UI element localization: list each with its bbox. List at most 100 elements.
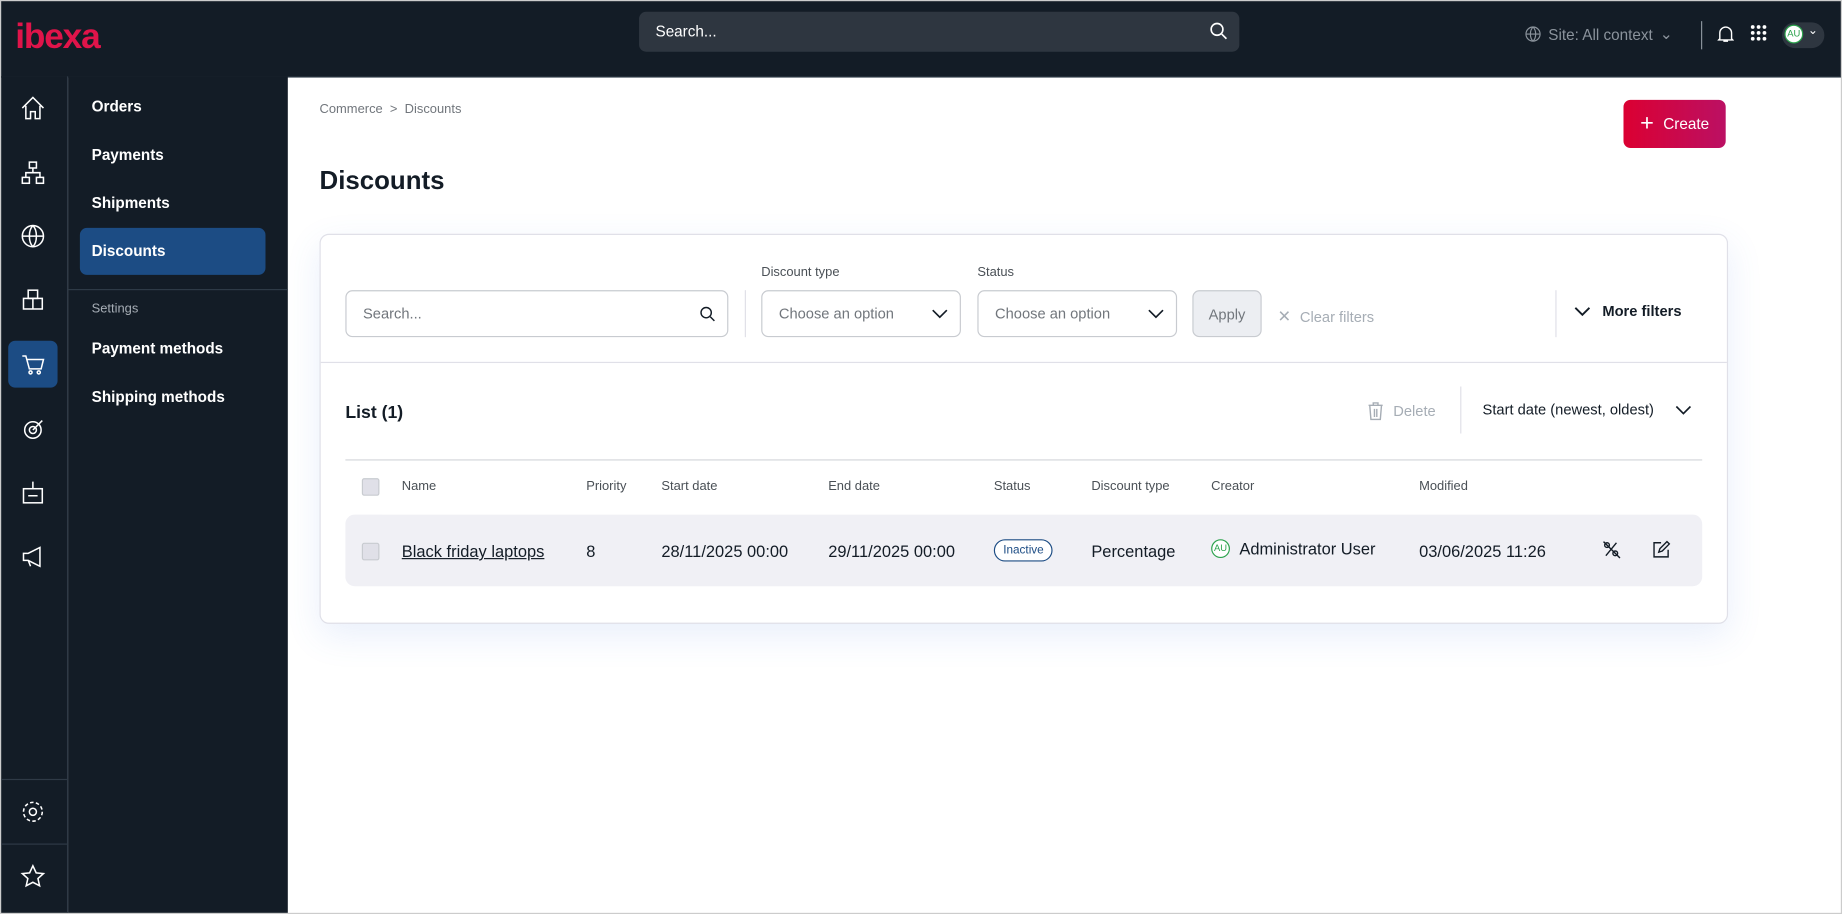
ibexa-logo[interactable]: ibexa bbox=[15, 18, 100, 58]
divider bbox=[1555, 290, 1557, 338]
modified-cell: 03/06/2025 11:26 bbox=[1419, 541, 1546, 561]
apps-grid-icon[interactable] bbox=[1750, 25, 1767, 41]
breadcrumb-separator: > bbox=[389, 102, 398, 117]
chevron-down-icon bbox=[932, 309, 948, 319]
status-select[interactable]: Choose an option bbox=[977, 290, 1178, 338]
column-header-end-date[interactable]: End date bbox=[828, 479, 880, 493]
search-placeholder: Search... bbox=[362, 305, 422, 322]
commerce-cart-icon[interactable] bbox=[8, 340, 58, 388]
select-value: Choose an option bbox=[778, 305, 894, 322]
row-checkbox[interactable] bbox=[361, 542, 380, 561]
chevron-down-icon bbox=[1574, 307, 1591, 317]
column-header-name[interactable]: Name bbox=[402, 479, 436, 493]
status-label: Status bbox=[977, 265, 1015, 280]
edit-icon[interactable] bbox=[1652, 540, 1671, 559]
settings-gear-icon[interactable] bbox=[8, 788, 57, 835]
delete-button[interactable]: Delete bbox=[1367, 402, 1436, 421]
targeting-icon[interactable] bbox=[8, 405, 57, 452]
sidebar-item-shipments[interactable]: Shipments bbox=[80, 180, 266, 227]
filters-bar: Search... Discount type Choose an option… bbox=[320, 235, 1727, 364]
page-title: Discounts bbox=[319, 165, 445, 196]
column-header-start-date[interactable]: Start date bbox=[661, 479, 717, 493]
divider bbox=[1, 778, 67, 781]
status-badge: Inactive bbox=[993, 539, 1054, 562]
avatar: AU bbox=[1784, 24, 1804, 44]
end-date-cell: 29/11/2025 00:00 bbox=[828, 541, 956, 561]
search-placeholder: Search... bbox=[655, 22, 717, 40]
sort-value: Start date (newest, oldest) bbox=[1482, 401, 1654, 419]
globe-icon bbox=[1525, 26, 1541, 42]
divider bbox=[1, 843, 67, 845]
breadcrumb: Commerce > Discounts bbox=[320, 102, 462, 116]
main-content: Commerce > Discounts Discounts + Create S… bbox=[288, 76, 1841, 912]
products-icon[interactable] bbox=[8, 276, 57, 323]
chevron-down-icon: ⌄ bbox=[1807, 24, 1818, 38]
creator-avatar: AU bbox=[1211, 539, 1230, 559]
content-tree-icon[interactable] bbox=[8, 149, 57, 196]
site-label: Site: All context bbox=[1548, 25, 1653, 43]
column-header-priority[interactable]: Priority bbox=[586, 479, 626, 493]
discounts-card: Search... Discount type Choose an option… bbox=[319, 233, 1729, 624]
globe-icon[interactable] bbox=[8, 213, 57, 260]
sidebar-item-payments[interactable]: Payments bbox=[80, 132, 266, 179]
secondary-sidebar: Orders Payments Shipments Discounts Sett… bbox=[68, 76, 288, 913]
search-input[interactable]: Search... bbox=[345, 290, 729, 338]
search-icon bbox=[700, 306, 715, 322]
sidebar-item-payment-methods[interactable]: Payment methods bbox=[80, 325, 266, 372]
column-header-status[interactable]: Status bbox=[994, 479, 1031, 493]
divider bbox=[68, 289, 288, 291]
global-search-input[interactable]: Search... bbox=[639, 11, 1240, 52]
megaphone-icon[interactable] bbox=[8, 533, 57, 580]
column-header-modified[interactable]: Modified bbox=[1419, 479, 1468, 493]
discount-type-label: Discount type bbox=[761, 265, 840, 280]
user-menu[interactable]: AU ⌄ bbox=[1782, 22, 1825, 49]
close-icon: × bbox=[1278, 304, 1291, 328]
breadcrumb-commerce[interactable]: Commerce bbox=[320, 102, 383, 116]
delete-label: Delete bbox=[1393, 402, 1436, 420]
discount-type-cell: Percentage bbox=[1091, 541, 1176, 561]
sidebar-item-discounts[interactable]: Discounts bbox=[79, 227, 266, 275]
sidebar-item-shipping-methods[interactable]: Shipping methods bbox=[80, 374, 266, 421]
sort-select[interactable]: Start date (newest, oldest) bbox=[1483, 402, 1692, 418]
chevron-down-icon bbox=[1148, 309, 1164, 319]
start-date-cell: 28/11/2025 00:00 bbox=[661, 541, 789, 561]
site-context-selector[interactable]: Site: All context ⌄ bbox=[1525, 25, 1673, 44]
search-icon bbox=[1210, 22, 1228, 40]
column-header-creator[interactable]: Creator bbox=[1211, 479, 1254, 493]
clear-label: Clear filters bbox=[1299, 308, 1375, 325]
settings-heading: Settings bbox=[91, 301, 139, 317]
sidebar-item-orders[interactable]: Orders bbox=[80, 83, 266, 130]
column-header-discount-type[interactable]: Discount type bbox=[1091, 479, 1169, 493]
more-filters-button[interactable]: More filters bbox=[1574, 303, 1682, 320]
discount-name-link[interactable]: Black friday laptops bbox=[402, 542, 545, 561]
table-row: Black friday laptops 8 28/11/2025 00:00 … bbox=[345, 514, 1703, 587]
select-value: Choose an option bbox=[995, 305, 1111, 322]
divider bbox=[744, 290, 746, 338]
clear-filters-button[interactable]: × Clear filters bbox=[1278, 304, 1374, 329]
more-filters-label: More filters bbox=[1602, 303, 1682, 320]
bell-icon[interactable] bbox=[1717, 25, 1734, 44]
select-all-checkbox[interactable] bbox=[361, 478, 380, 496]
create-label: Create bbox=[1663, 115, 1710, 133]
creator-cell: Administrator User bbox=[1239, 539, 1376, 559]
divider bbox=[345, 459, 1703, 461]
app: ibexa Search... Site: All context ⌄ AU ⌄ O… bbox=[0, 0, 1842, 914]
chevron-down-icon: ⌄ bbox=[1659, 24, 1673, 43]
icon-rail bbox=[1, 76, 69, 913]
star-icon[interactable] bbox=[8, 853, 57, 900]
chevron-down-icon bbox=[1675, 405, 1691, 415]
customers-icon[interactable] bbox=[8, 469, 57, 516]
home-icon[interactable] bbox=[8, 85, 57, 132]
disable-discount-icon[interactable] bbox=[1602, 540, 1621, 559]
apply-button[interactable]: Apply bbox=[1192, 290, 1262, 338]
breadcrumb-current: Discounts bbox=[404, 102, 462, 117]
divider bbox=[1701, 21, 1703, 50]
top-bar: ibexa Search... Site: All context ⌄ AU ⌄ bbox=[1, 1, 1841, 78]
list-title: List (1) bbox=[345, 402, 404, 423]
discount-type-select[interactable]: Choose an option bbox=[761, 290, 961, 338]
priority-cell: 8 bbox=[586, 541, 596, 561]
trash-icon bbox=[1368, 402, 1383, 421]
create-button[interactable]: + Create bbox=[1623, 99, 1726, 149]
plus-icon: + bbox=[1640, 110, 1654, 137]
divider bbox=[1460, 386, 1462, 434]
